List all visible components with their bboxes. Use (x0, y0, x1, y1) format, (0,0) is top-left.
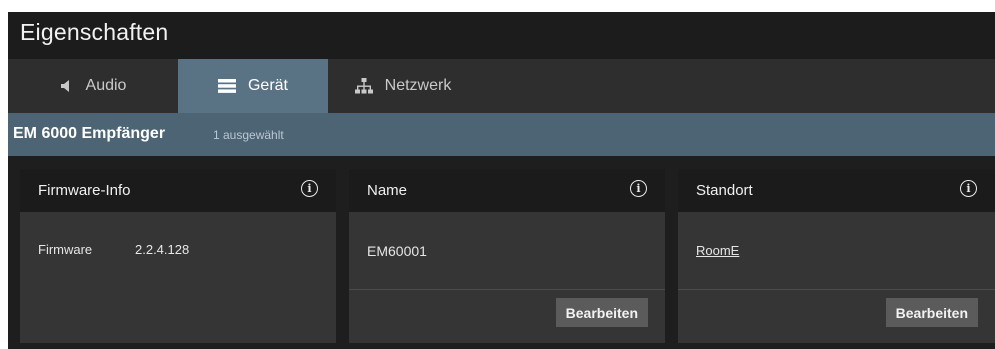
window-title: Eigenschaften (20, 19, 169, 45)
network-icon (354, 78, 373, 94)
speaker-icon (60, 79, 74, 93)
tab-bar: Audio Gerät Netzwerk (8, 59, 995, 113)
panel-header: Standort i (678, 169, 995, 212)
firmware-version: 2.2.4.128 (135, 242, 190, 257)
name-panel: Name i EM60001 Bearbeiten (349, 169, 665, 343)
tab-audio-label: Audio (85, 77, 127, 94)
location-panel: Standort i RoomE Bearbeiten (678, 169, 995, 343)
properties-window: Eigenschaften Audio Gerät Netzwerk EM 60… (8, 12, 995, 349)
info-icon[interactable]: i (301, 180, 318, 197)
firmware-info-panel: Firmware-Info i Firmware 2.2.4.128 (20, 169, 336, 343)
device-icon (217, 79, 236, 93)
tab-geraet-label: Gerät (247, 77, 288, 94)
panel-title: Name (367, 182, 408, 199)
edit-location-button[interactable]: Bearbeiten (885, 298, 978, 327)
divider (678, 289, 995, 290)
device-name: EM 6000 Empfänger (13, 125, 166, 142)
edit-name-button[interactable]: Bearbeiten (555, 298, 648, 327)
panel-header: Name i (349, 169, 665, 212)
info-icon[interactable]: i (630, 180, 647, 197)
panel-header: Firmware-Info i (20, 169, 336, 212)
title-bar: Eigenschaften (8, 12, 995, 59)
tab-netzwerk[interactable]: Netzwerk (328, 59, 478, 113)
firmware-label: Firmware (38, 242, 93, 257)
panel-title: Firmware-Info (38, 182, 131, 199)
selection-count: 1 ausgewählt (213, 128, 284, 142)
divider (349, 289, 665, 290)
tab-geraet[interactable]: Gerät (178, 59, 328, 113)
device-name-value: EM60001 (367, 243, 427, 259)
tab-audio[interactable]: Audio (8, 59, 178, 113)
info-icon[interactable]: i (960, 180, 977, 197)
location-link[interactable]: RoomE (696, 243, 739, 258)
tab-netzwerk-label: Netzwerk (384, 77, 452, 94)
device-header: EM 6000 Empfänger 1 ausgewählt (8, 113, 995, 156)
panel-title: Standort (696, 182, 753, 199)
